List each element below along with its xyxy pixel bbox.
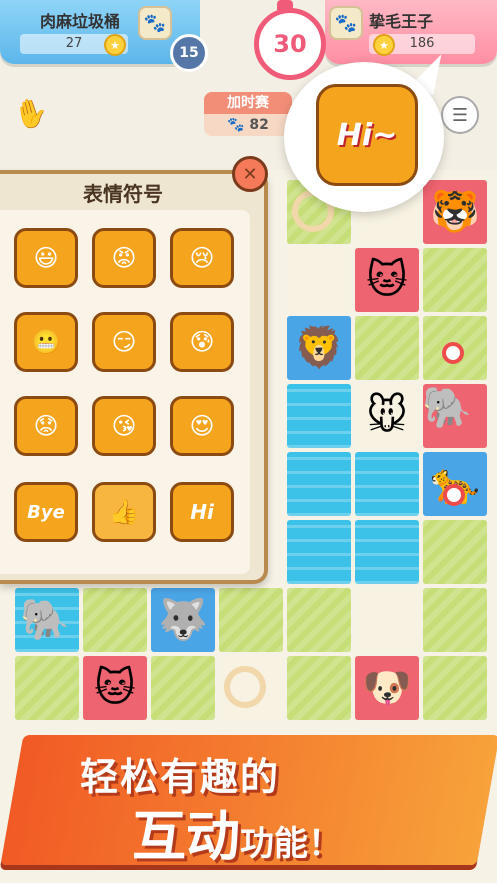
- board-cell[interactable]: [355, 316, 419, 380]
- bye-emoji[interactable]: Bye: [14, 482, 78, 542]
- board-cell[interactable]: [423, 248, 487, 312]
- target-dot-icon: [442, 342, 464, 364]
- cat-piece[interactable]: 🐱: [83, 656, 147, 720]
- banner-line2: 互动功能！: [132, 792, 342, 871]
- board-cell[interactable]: [423, 588, 487, 652]
- board-cell[interactable]: [355, 520, 419, 584]
- turn-timer: 30: [254, 8, 326, 80]
- board-cell[interactable]: [287, 588, 351, 652]
- target-dot-icon: [443, 484, 465, 506]
- paw-icon: 🐾: [227, 117, 245, 133]
- close-icon[interactable]: ✕: [232, 156, 268, 192]
- player-left-level: 15: [170, 34, 208, 72]
- cry-emoji[interactable]: 😢: [170, 228, 234, 288]
- board-cell[interactable]: [287, 520, 351, 584]
- overtime-row: 🐾 82: [204, 114, 292, 136]
- elephant-piece[interactable]: 🐘: [410, 376, 484, 440]
- kiss-emoji[interactable]: 😘: [92, 396, 156, 456]
- emoji-panel: 表情符号 😃 😡 😢 😬 😏 😰 😟 😘 😍 Bye 👍 Hi: [0, 170, 268, 584]
- board-cell[interactable]: [287, 248, 351, 312]
- sweat-emoji[interactable]: 😰: [170, 312, 234, 372]
- menu-icon[interactable]: ☰: [441, 96, 479, 134]
- board-cell[interactable]: [355, 452, 419, 516]
- overtime-value: 82: [249, 117, 269, 133]
- board-cell[interactable]: [423, 520, 487, 584]
- board-cell[interactable]: [287, 656, 351, 720]
- lion-piece[interactable]: 🦁: [287, 316, 351, 380]
- paw-badge-icon: 🐾: [138, 6, 172, 40]
- player-right-name: 挚毛王子: [369, 12, 434, 31]
- star-icon: ★: [373, 34, 395, 56]
- smirk-emoji[interactable]: 😏: [92, 312, 156, 372]
- elephant-piece[interactable]: 🐘: [10, 588, 80, 652]
- angry-emoji[interactable]: 😡: [92, 228, 156, 288]
- banner-line2-small: 功能！: [240, 824, 342, 864]
- board-cell[interactable]: [287, 384, 351, 448]
- rope-trap-icon: [224, 666, 266, 708]
- emoji-panel-title: 表情符号: [83, 182, 163, 206]
- board-cell[interactable]: [151, 656, 215, 720]
- hi-emoji-icon: Hi~: [316, 84, 418, 186]
- hi-emoji[interactable]: Hi: [170, 482, 234, 542]
- board-cell[interactable]: [287, 452, 351, 516]
- dog-piece[interactable]: 🐶: [355, 656, 419, 720]
- wolf-piece[interactable]: 🐺: [151, 588, 215, 652]
- banner-line2-big: 互动: [132, 805, 240, 868]
- cat-piece[interactable]: 🐱: [355, 248, 419, 312]
- worried-emoji[interactable]: 😟: [14, 396, 78, 456]
- emoji-grid: 😃 😡 😢 😬 😏 😰 😟 😘 😍 Bye 👍 Hi: [0, 210, 250, 574]
- board-cell[interactable]: [423, 656, 487, 720]
- board-cell[interactable]: [355, 588, 419, 652]
- player-right-card: 🐾 挚毛王子 186 ★: [325, 0, 497, 64]
- paw-badge-icon: 🐾: [329, 6, 363, 40]
- board-cell[interactable]: [83, 588, 147, 652]
- board-cell[interactable]: [219, 588, 283, 652]
- speech-text: Hi~: [336, 117, 398, 153]
- grin-emoji[interactable]: 😃: [14, 228, 78, 288]
- hand-wave-icon[interactable]: ✋: [3, 87, 58, 139]
- tiger-piece[interactable]: 🐯: [423, 180, 487, 244]
- player-left-name: 肉麻垃圾桶: [40, 12, 121, 31]
- board-cell[interactable]: [15, 656, 79, 720]
- overtime-label: 加时赛: [204, 92, 292, 114]
- love-emoji[interactable]: 😍: [170, 396, 234, 456]
- teeth-emoji[interactable]: 😬: [14, 312, 78, 372]
- thumbs-up-emoji[interactable]: 👍: [92, 482, 156, 542]
- star-icon: ★: [104, 34, 126, 56]
- overtime-box: 加时赛 🐾 82: [204, 92, 292, 136]
